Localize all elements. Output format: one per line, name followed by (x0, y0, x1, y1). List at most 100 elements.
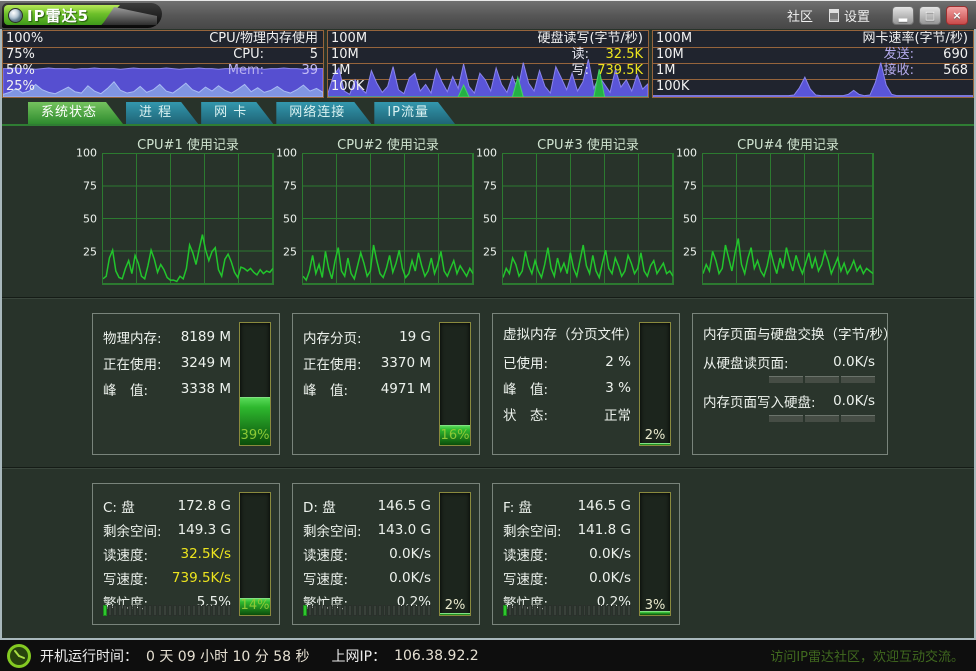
meter-segment (548, 605, 552, 616)
mini-chart-stat: 写:739.5K (572, 63, 643, 79)
tab-0[interactable]: 系统状态 (28, 102, 123, 124)
meter-segment (197, 605, 201, 616)
meter-segment (128, 605, 132, 616)
meter-segment (363, 605, 367, 616)
meter-segment (348, 605, 352, 616)
axis-label: 25% (6, 79, 35, 95)
axis-label: 10M (656, 47, 684, 63)
meter-segment (597, 605, 601, 616)
meter-segment (212, 605, 216, 616)
community-link[interactable]: 社区 (787, 6, 813, 25)
panel-row: D: 盘146.5 G (303, 494, 431, 518)
activity-meter (703, 376, 875, 383)
tab-1[interactable]: 进 程 (126, 102, 198, 124)
meter-segment (417, 605, 421, 616)
row-label: 峰 值: (503, 378, 548, 398)
axis-tick: 25 (683, 246, 697, 259)
axis-tick: 75 (483, 180, 497, 193)
community-footer-text[interactable]: 访问IP雷达社区，欢迎互动交流。 (770, 646, 964, 665)
separator (2, 467, 974, 469)
panel-row: 剩余空间:141.8 G (503, 518, 631, 542)
row-value: 3249 M (162, 355, 231, 371)
panel-title: 内存页面与硬盘交换（字节/秒） (703, 324, 875, 349)
tab-3[interactable]: 网络连接 (276, 102, 371, 124)
row-value: 149.3 G (162, 522, 231, 538)
meter-segment (387, 605, 391, 616)
uptime-clock-icon (6, 643, 32, 669)
meter-segment (407, 605, 411, 616)
meter-segment (383, 605, 387, 616)
axis-label: 10M (331, 47, 359, 63)
meter-segment (353, 605, 357, 616)
mini-chart-stat: CPU:5 (233, 47, 318, 63)
row-value: 0.0K/s (348, 546, 431, 562)
tab-bar: 系统状态进 程网 卡网络连接IP流量 (2, 98, 974, 126)
axis-label: 100M (656, 31, 692, 47)
meter-segment (612, 605, 616, 616)
close-button[interactable]: × (946, 6, 968, 25)
meter-segment (158, 605, 162, 616)
meter-segment (805, 415, 839, 422)
cpu-chart-yaxis: 100755025 (280, 153, 302, 285)
meter-segment (508, 605, 512, 616)
meter-segment (422, 605, 426, 616)
meter-segment (538, 605, 542, 616)
meter-segment (533, 605, 537, 616)
stat-value: 690 (922, 47, 968, 63)
row-label: 写速度: (503, 568, 548, 588)
row-value: 3338 M (148, 381, 231, 397)
maximize-button[interactable]: □ (919, 6, 941, 25)
meter-segment (607, 605, 611, 616)
stat-value: 32.5K (597, 47, 643, 63)
row-value: 2 % (548, 354, 631, 370)
panel-row: 写速度:0.0K/s (503, 566, 631, 590)
panel-row: 正在使用:3249 M (103, 350, 231, 376)
mini-chart-title: CPU/物理内存使用 (209, 31, 318, 47)
settings-button[interactable]: 设置 (829, 6, 870, 25)
meter-segment (568, 605, 572, 616)
row-value: 146.5 G (532, 498, 631, 514)
meter-segment (622, 605, 626, 616)
app-title: IP雷达5 (27, 5, 89, 26)
row-value: 143.0 G (362, 522, 431, 538)
uptime-value: 0 天 09 小时 10 分 58 秒 (146, 646, 310, 666)
meter-segment (328, 605, 332, 616)
meter-segment (553, 605, 557, 616)
settings-icon (829, 9, 839, 22)
panel-row: 峰 值:4971 M (303, 376, 431, 402)
row-label: 剩余空间: (103, 520, 162, 540)
row-label: 内存页面写入硬盘: (703, 391, 816, 411)
row-value: 4971 M (348, 381, 431, 397)
uptime-label: 开机运行时间： (40, 646, 138, 666)
axis-tick: 25 (283, 246, 297, 259)
busy-meter (503, 605, 631, 616)
meter-segment (373, 605, 377, 616)
stat-value: 739.5K (597, 63, 643, 79)
meter-segment (133, 605, 137, 616)
axis-tick: 75 (683, 180, 697, 193)
meter-segment (769, 376, 803, 383)
row-label: 从硬盘读页面: (703, 352, 789, 372)
meter-segment (303, 605, 307, 616)
stat-label: Mem: (228, 63, 264, 79)
meter-segment (627, 605, 631, 616)
top-mini-charts: 100%75%50%25%CPU/物理内存使用CPU:5Mem:39100M10… (2, 29, 974, 98)
row-label: 写速度: (103, 568, 148, 588)
memory-panel-2: 虚拟内存（分页文件）已使用:2 %峰 值:3 %状 态:正常2% (492, 313, 680, 455)
meter-segment (113, 605, 117, 616)
row-label: 读速度: (303, 544, 348, 564)
meter-segment (108, 605, 112, 616)
axis-label: 1M (331, 63, 351, 79)
public-ip-label: 上网IP： (332, 646, 387, 666)
axis-label: 75% (6, 47, 35, 63)
gauge-percent-label: 16% (440, 428, 470, 443)
cpu-chart-1: CPU#2 使用记录100755025 (280, 134, 474, 285)
meter-segment (602, 605, 606, 616)
minimize-button[interactable]: ▂ (892, 6, 914, 25)
tab-2[interactable]: 网 卡 (201, 102, 273, 124)
panel-row: 正在使用:3370 M (303, 350, 431, 376)
cpu-chart-yaxis: 100755025 (680, 153, 702, 285)
row-label: 峰 值: (103, 379, 148, 399)
row-label: 内存分页: (303, 327, 362, 347)
tab-4[interactable]: IP流量 (374, 102, 455, 124)
